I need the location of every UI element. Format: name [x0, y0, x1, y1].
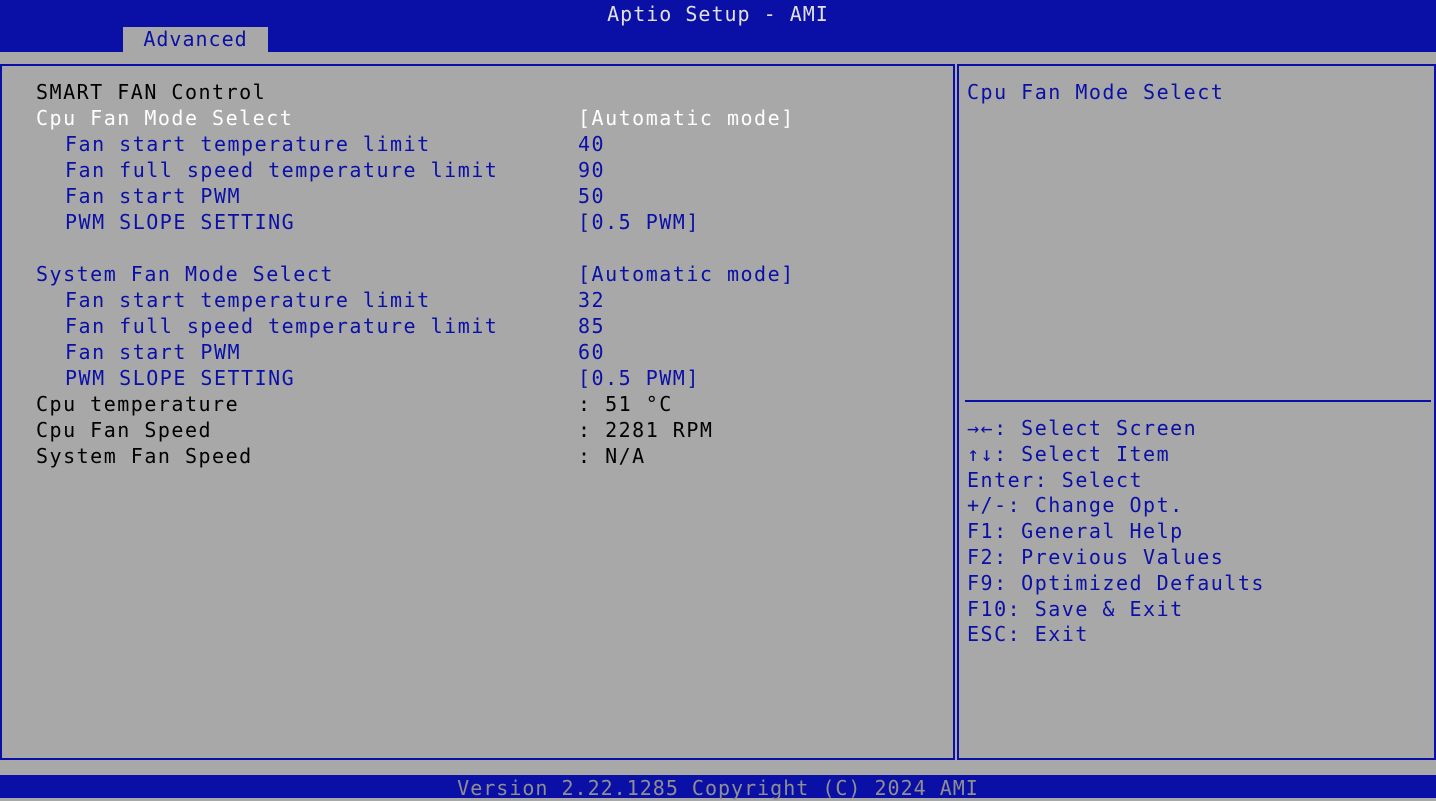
key-enter-select: Enter: Select	[967, 467, 1144, 492]
key-select-item: ↑↓: Select Item	[967, 441, 1171, 466]
cpu-fan-full-speed-value[interactable]: 90	[578, 158, 605, 182]
system-fan-mode-label: System Fan Mode Select	[36, 262, 334, 286]
system-pwm-slope-label: PWM SLOPE SETTING	[65, 366, 296, 390]
system-fan-full-speed-label: Fan full speed temperature limit	[65, 314, 499, 338]
system-pwm-slope-value[interactable]: [0.5 PWM]	[578, 366, 700, 390]
key-optimized-defaults: F9: Optimized Defaults	[967, 570, 1265, 595]
system-fan-start-temp-value[interactable]: 32	[578, 288, 605, 312]
help-title: Cpu Fan Mode Select	[967, 80, 1225, 104]
section-title: SMART FAN Control	[36, 80, 267, 104]
cpu-fan-speed-label: Cpu Fan Speed	[36, 418, 213, 442]
cpu-fan-full-speed-row[interactable]: Fan full speed temperature limit 90	[2, 158, 952, 184]
cpu-pwm-slope-row[interactable]: PWM SLOPE SETTING [0.5 PWM]	[2, 210, 952, 236]
cpu-fan-speed-row: Cpu Fan Speed : 2281 RPM	[2, 418, 952, 444]
help-divider	[965, 400, 1431, 402]
cpu-fan-start-pwm-value[interactable]: 50	[578, 184, 605, 208]
title-bar: Aptio Setup - AMI Advanced	[0, 0, 1436, 52]
system-fan-start-pwm-value[interactable]: 60	[578, 340, 605, 364]
system-pwm-slope-row[interactable]: PWM SLOPE SETTING [0.5 PWM]	[2, 366, 952, 392]
key-esc-exit: ESC: Exit	[967, 622, 1089, 647]
system-fan-full-speed-row[interactable]: Fan full speed temperature limit 85	[2, 314, 952, 340]
cpu-fan-speed-value: : 2281 RPM	[578, 418, 714, 442]
cpu-temperature-value: : 51 °C	[578, 392, 673, 416]
system-fan-start-pwm-row[interactable]: Fan start PWM 60	[2, 340, 952, 366]
key-general-help: F1: General Help	[967, 519, 1184, 544]
key-select-screen: →←: Select Screen	[967, 416, 1198, 440]
cpu-temperature-label: Cpu temperature	[36, 392, 240, 416]
cpu-pwm-slope-label: PWM SLOPE SETTING	[65, 210, 296, 234]
system-fan-speed-label: System Fan Speed	[36, 444, 253, 468]
tab-advanced[interactable]: Advanced	[123, 27, 268, 52]
help-panel: Cpu Fan Mode Select →←: Select Screen ↑↓…	[957, 64, 1436, 760]
cpu-fan-mode-value[interactable]: [Automatic mode]	[578, 106, 795, 130]
key-save-exit: F10: Save & Exit	[967, 596, 1184, 621]
key-previous-values: F2: Previous Values	[967, 544, 1225, 569]
version-footer: Version 2.22.1285 Copyright (C) 2024 AMI	[0, 775, 1436, 800]
cpu-fan-start-temp-value[interactable]: 40	[578, 132, 605, 156]
system-fan-full-speed-value[interactable]: 85	[578, 314, 605, 338]
system-fan-speed-row: System Fan Speed : N/A	[2, 444, 952, 470]
system-fan-start-pwm-label: Fan start PWM	[65, 340, 242, 364]
system-fan-mode-row[interactable]: System Fan Mode Select [Automatic mode]	[2, 262, 952, 288]
system-fan-speed-value: : N/A	[578, 444, 646, 468]
cpu-fan-start-temp-row[interactable]: Fan start temperature limit 40	[2, 132, 952, 158]
cpu-fan-start-pwm-label: Fan start PWM	[65, 184, 242, 208]
cpu-fan-full-speed-label: Fan full speed temperature limit	[65, 158, 499, 182]
cpu-temperature-row: Cpu temperature : 51 °C	[2, 392, 952, 418]
system-fan-start-temp-row[interactable]: Fan start temperature limit 32	[2, 288, 952, 314]
cpu-fan-mode-row[interactable]: Cpu Fan Mode Select [Automatic mode]	[2, 106, 952, 132]
cpu-fan-start-pwm-row[interactable]: Fan start PWM 50	[2, 184, 952, 210]
key-change-opt: +/-: Change Opt.	[967, 493, 1184, 518]
app-title: Aptio Setup - AMI	[607, 2, 829, 26]
system-fan-mode-value[interactable]: [Automatic mode]	[578, 262, 795, 286]
cpu-fan-mode-label: Cpu Fan Mode Select	[36, 106, 294, 130]
cpu-pwm-slope-value[interactable]: [0.5 PWM]	[578, 210, 700, 234]
key-legend: →←: Select Screen ↑↓: Select Item Enter:…	[967, 416, 1265, 648]
section-title-row: SMART FAN Control	[2, 80, 952, 106]
cpu-fan-start-temp-label: Fan start temperature limit	[65, 132, 431, 156]
settings-panel: SMART FAN Control Cpu Fan Mode Select [A…	[0, 64, 955, 760]
system-fan-start-temp-label: Fan start temperature limit	[65, 288, 431, 312]
